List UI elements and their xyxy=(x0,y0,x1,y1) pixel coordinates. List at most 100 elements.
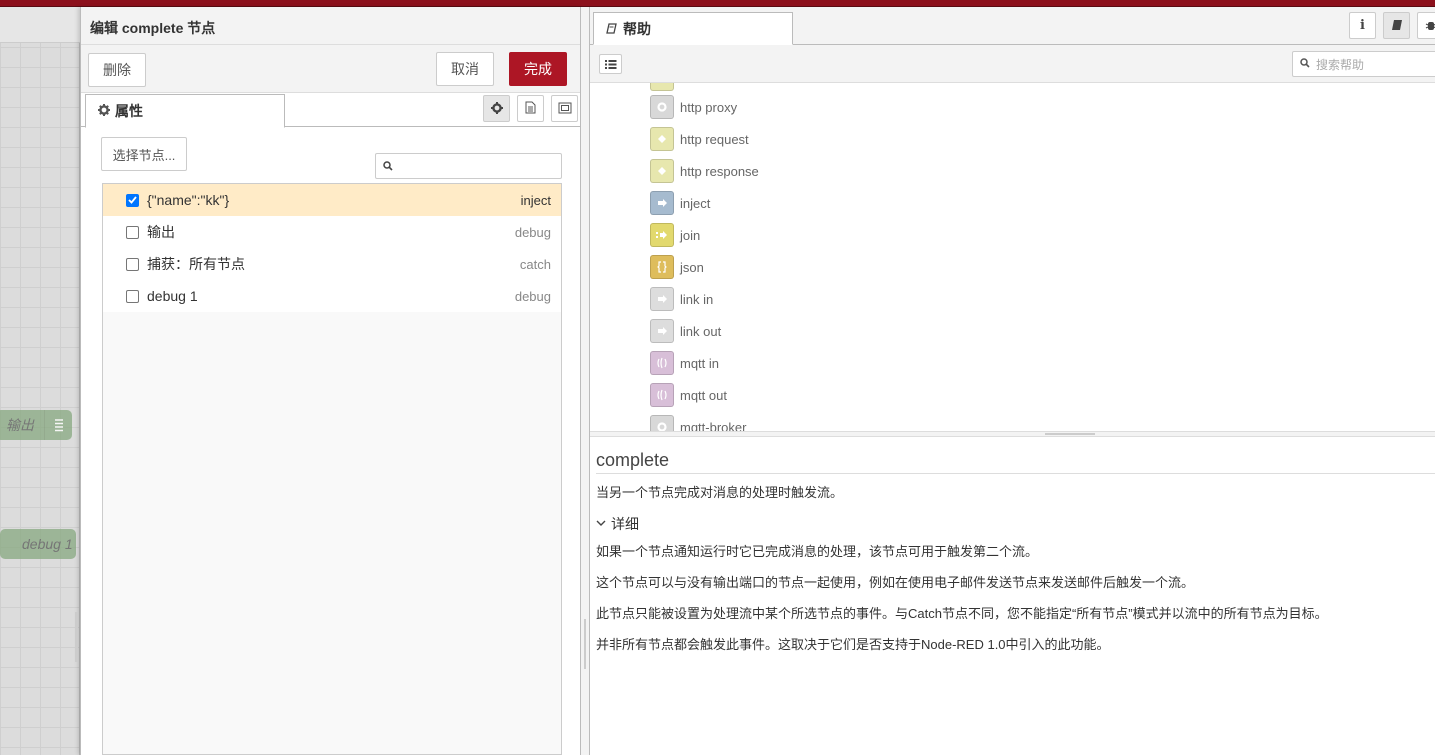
node-type: catch xyxy=(519,256,551,272)
book-icon xyxy=(606,21,617,37)
tab-properties-label: 属性 xyxy=(115,103,143,119)
node-label: mqtt-broker xyxy=(680,419,747,432)
node-name: 捕获：所有节点 xyxy=(147,256,245,272)
tab-appearance-icon-button[interactable] xyxy=(551,95,578,122)
bridge-icon xyxy=(650,383,674,407)
info-icon: i xyxy=(1360,18,1365,33)
help-search-placeholder: 搜索帮助 xyxy=(1316,57,1365,72)
cog-icon xyxy=(650,415,674,431)
node-icon xyxy=(650,83,674,91)
book-icon xyxy=(1391,18,1403,34)
tab-help-label: 帮助 xyxy=(623,20,651,37)
node-label: http request xyxy=(680,131,749,147)
list-item[interactable]: mqtt out xyxy=(650,383,727,407)
list-item[interactable] xyxy=(650,83,680,91)
bridge-icon xyxy=(650,351,674,375)
node-checkbox[interactable] xyxy=(126,257,139,271)
help-summary: 当另一个节点完成对消息的处理时触发流。 xyxy=(596,485,844,500)
list-item[interactable]: mqtt in xyxy=(650,351,719,375)
header-bar xyxy=(0,0,1435,7)
select-nodes-button[interactable]: 选择节点... xyxy=(101,137,187,171)
tab-settings-icon-button[interactable] xyxy=(483,95,510,122)
list-item[interactable]: http response xyxy=(650,159,759,183)
list-item[interactable]: 输出 debug xyxy=(103,216,561,248)
toc-toggle-button[interactable] xyxy=(599,54,622,74)
help-paragraph: 这个节点可以与没有输出端口的节点一起使用，例如在使用电子邮件发送节点来发送邮件后… xyxy=(596,575,1195,590)
gear-icon xyxy=(490,101,503,117)
help-paragraph: 如果一个节点通知运行时它已完成消息的处理，该节点可用于触发第二个流。 xyxy=(596,544,1039,559)
delete-button[interactable]: 删除 xyxy=(88,53,146,87)
search-icon xyxy=(383,158,393,174)
list-item[interactable]: json xyxy=(650,255,704,279)
link-in-icon xyxy=(650,287,674,311)
list-item[interactable]: join xyxy=(650,223,700,247)
node-checkbox[interactable] xyxy=(126,225,139,239)
details-toggle[interactable]: 详细 xyxy=(596,514,1435,534)
tab-description-icon-button[interactable] xyxy=(517,95,544,122)
info-tab-button[interactable]: i xyxy=(1349,12,1376,39)
list-item[interactable]: 捕获：所有节点 catch xyxy=(103,248,561,280)
node-type: inject xyxy=(520,192,551,208)
node-name: debug 1 xyxy=(147,288,198,304)
list-item[interactable]: mqtt-broker xyxy=(650,415,746,431)
globe-icon xyxy=(650,127,674,151)
list-item[interactable]: http request xyxy=(650,127,749,151)
details-heading: 详细 xyxy=(611,516,639,532)
tray-tabs: 属性 xyxy=(81,93,580,128)
node-type: debug xyxy=(514,288,551,304)
help-search-input[interactable]: 搜索帮助 xyxy=(1292,51,1435,77)
list-item[interactable]: link out xyxy=(650,319,721,343)
done-button[interactable]: 完成 xyxy=(509,52,567,86)
cog-icon xyxy=(650,95,674,119)
help-panel-resizer[interactable] xyxy=(590,431,1435,437)
node-label: mqtt in xyxy=(680,355,720,371)
workspace-node-label: 输出 xyxy=(6,417,34,433)
help-paragraph: 此节点只能被设置为处理流中某个所选节点的事件。与Catch节点不同，您不能指定“… xyxy=(596,606,1328,621)
workspace-canvas[interactable]: 输出 debug 1 xyxy=(0,7,80,755)
help-tab-button[interactable] xyxy=(1383,12,1410,39)
node-label: inject xyxy=(680,195,711,211)
node-search-input[interactable] xyxy=(375,153,562,179)
node-checkbox[interactable] xyxy=(126,289,139,303)
tab-help[interactable]: 帮助 xyxy=(593,12,793,45)
tab-properties[interactable]: 属性 xyxy=(85,94,285,128)
bug-icon xyxy=(1425,18,1435,34)
json-icon xyxy=(650,255,674,279)
cancel-button[interactable]: 取消 xyxy=(436,52,494,86)
node-label: http response xyxy=(680,163,759,179)
workspace-node-debug[interactable]: debug 1 xyxy=(0,529,76,559)
node-checkbox[interactable] xyxy=(126,193,139,207)
workspace-node-label: debug 1 xyxy=(22,536,73,552)
tray-resize-handle[interactable] xyxy=(75,612,78,662)
gear-icon xyxy=(98,103,110,119)
separator-grip xyxy=(584,619,586,669)
list-item[interactable]: inject xyxy=(650,191,710,215)
node-label: link in xyxy=(680,291,714,307)
node-label: http proxy xyxy=(680,99,738,115)
sidebar-separator[interactable] xyxy=(581,7,590,755)
tray-toolbar: 删除 取消 完成 xyxy=(81,45,580,93)
list-item[interactable]: {"name":"kk"} inject xyxy=(103,184,561,216)
debug-tab-button[interactable] xyxy=(1417,12,1435,39)
join-icon xyxy=(650,223,674,247)
link-out-icon xyxy=(650,319,674,343)
node-name: 输出 xyxy=(147,224,175,240)
list-icon xyxy=(604,56,617,72)
help-node-list: http proxy http request http response in… xyxy=(590,83,1435,431)
node-label: link out xyxy=(680,323,722,339)
node-label: json xyxy=(680,259,704,275)
sidebar-tabs: 帮助 i xyxy=(590,7,1435,45)
help-title: complete xyxy=(596,450,1435,474)
list-item[interactable]: link in xyxy=(650,287,713,311)
list-item[interactable]: http proxy xyxy=(650,95,737,119)
object-group-icon xyxy=(558,101,572,117)
workspace-node-output[interactable]: 输出 xyxy=(0,410,72,440)
help-paragraph: 并非所有节点都会触发此事件。这取决于它们是否支持于Node-RED 1.0中引入… xyxy=(596,637,1110,652)
help-content: complete 当另一个节点完成对消息的处理时触发流。 详细 如果一个节点通知… xyxy=(596,450,1435,655)
workspace-tabs-strip xyxy=(0,7,80,43)
search-icon xyxy=(1300,57,1310,71)
list-icon xyxy=(44,410,72,440)
chevron-down-icon xyxy=(596,518,606,530)
node-type: debug xyxy=(514,224,551,240)
list-item[interactable]: debug 1 debug xyxy=(103,280,561,312)
